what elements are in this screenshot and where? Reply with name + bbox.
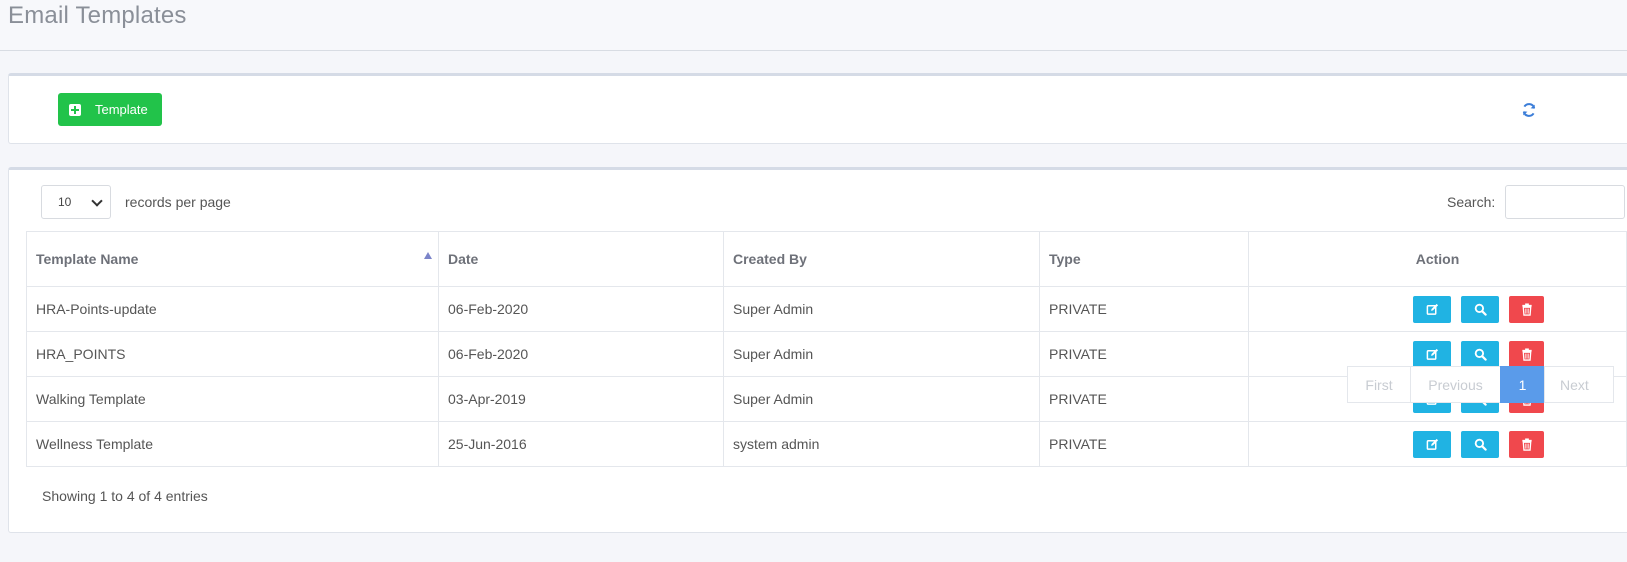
- trash-icon: [1521, 302, 1532, 316]
- column-header-label: Action: [1415, 251, 1460, 267]
- chevron-down-icon: [91, 195, 103, 207]
- edit-button[interactable]: [1413, 430, 1451, 458]
- edit-button[interactable]: [1413, 340, 1451, 368]
- sort-asc-icon: [424, 252, 432, 259]
- column-header-type[interactable]: Type: [1039, 231, 1249, 287]
- edit-icon: [1426, 348, 1438, 360]
- templates-table: Template Name Date Created By Type Actio…: [26, 231, 1627, 467]
- view-button[interactable]: [1461, 340, 1499, 368]
- column-header-label: Type: [1049, 251, 1081, 267]
- cell-date: 03-Apr-2019: [438, 376, 724, 422]
- cell-template-name: Wellness Template: [26, 421, 439, 467]
- templates-list-card: 10 records per page Search: Template Nam…: [8, 167, 1627, 533]
- records-per-page-label: records per page: [125, 194, 231, 210]
- cell-template-name: HRA_POINTS: [26, 331, 439, 377]
- delete-button[interactable]: [1509, 430, 1544, 458]
- cell-template-name: HRA-Points-update: [26, 286, 439, 332]
- search-input[interactable]: [1505, 185, 1625, 219]
- pagination-next[interactable]: Next: [1544, 366, 1614, 403]
- column-header-created-by[interactable]: Created By: [723, 231, 1040, 287]
- table-header-row: Template Name Date Created By Type Actio…: [26, 231, 1627, 287]
- cell-type: PRIVATE: [1039, 421, 1249, 467]
- cell-template-name: Walking Template: [26, 376, 439, 422]
- records-per-page-select[interactable]: 10: [41, 185, 111, 219]
- row-actions: [1258, 295, 1617, 323]
- delete-button[interactable]: [1509, 295, 1544, 323]
- cell-date: 25-Jun-2016: [438, 421, 724, 467]
- cell-date: 06-Feb-2020: [438, 286, 724, 332]
- pagination-page-1[interactable]: 1: [1500, 366, 1545, 403]
- edit-icon: [1426, 438, 1438, 450]
- column-header-label: Date: [448, 251, 479, 267]
- view-button[interactable]: [1461, 430, 1499, 458]
- pagination-first[interactable]: First: [1347, 366, 1411, 403]
- cell-type: PRIVATE: [1039, 376, 1249, 422]
- column-header-label: Created By: [733, 251, 807, 267]
- trash-icon: [1521, 347, 1532, 361]
- delete-button[interactable]: [1509, 340, 1544, 368]
- add-template-label: Template: [95, 102, 148, 117]
- cell-created-by: Super Admin: [723, 331, 1040, 377]
- row-actions: [1258, 340, 1617, 368]
- table-row: Wellness Template 25-Jun-2016 system admin…: [26, 421, 1627, 467]
- search-icon: [1474, 303, 1487, 316]
- records-per-page-value: 10: [58, 195, 72, 209]
- edit-button[interactable]: [1413, 295, 1451, 323]
- cell-type: PRIVATE: [1039, 331, 1249, 377]
- trash-icon: [1521, 437, 1532, 451]
- add-template-button[interactable]: Template: [58, 93, 162, 126]
- cell-created-by: Super Admin: [723, 376, 1040, 422]
- column-header-template-name[interactable]: Template Name: [26, 231, 439, 287]
- column-header-date[interactable]: Date: [438, 231, 724, 287]
- table-row: HRA-Points-update 06-Feb-2020 Super Admin P…: [26, 286, 1627, 332]
- page-header: Email Templates: [0, 0, 1627, 51]
- column-header-action: Action: [1248, 231, 1627, 287]
- view-button[interactable]: [1461, 295, 1499, 323]
- row-actions: [1258, 430, 1617, 458]
- cell-date: 06-Feb-2020: [438, 331, 724, 377]
- pagination-previous[interactable]: Previous: [1410, 366, 1501, 403]
- refresh-icon[interactable]: [1521, 102, 1537, 118]
- cell-type: PRIVATE: [1039, 286, 1249, 332]
- search-icon: [1474, 348, 1487, 361]
- edit-icon: [1426, 303, 1438, 315]
- toolbar-card: Template: [8, 73, 1627, 144]
- search-label: Search:: [1447, 194, 1496, 210]
- page-title: Email Templates: [8, 2, 187, 29]
- search-icon: [1474, 438, 1487, 451]
- plus-icon: [69, 103, 81, 116]
- cell-actions: [1248, 286, 1627, 332]
- cell-created-by: Super Admin: [723, 286, 1040, 332]
- table-info: Showing 1 to 4 of 4 entries: [42, 488, 208, 504]
- cell-created-by: system admin: [723, 421, 1040, 467]
- column-header-label: Template Name: [36, 251, 139, 267]
- cell-actions: [1248, 421, 1627, 467]
